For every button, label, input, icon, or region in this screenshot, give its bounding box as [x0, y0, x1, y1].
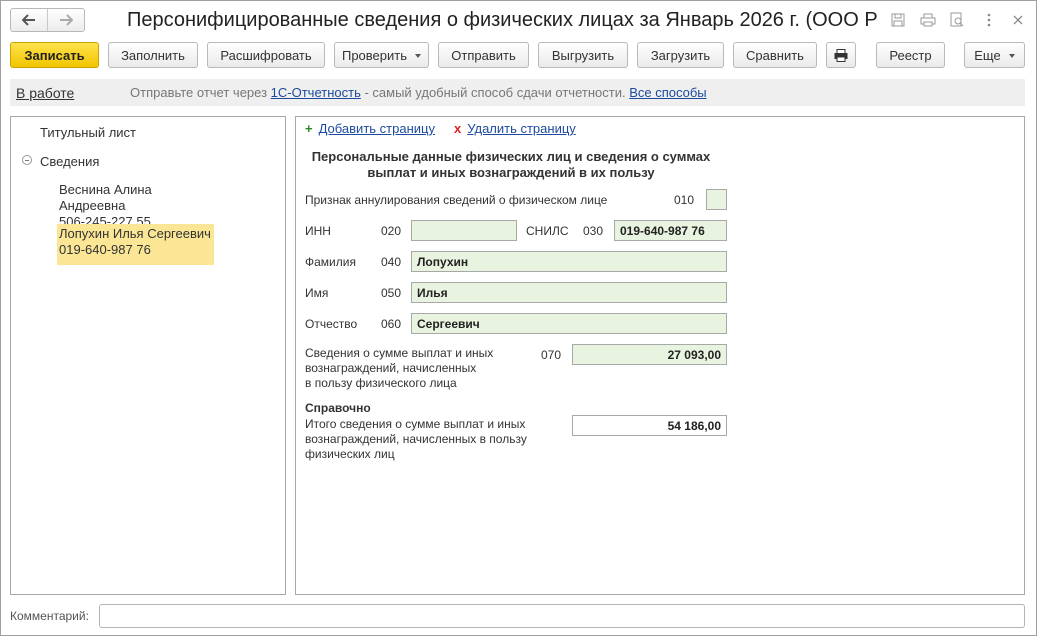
surname-label: Фамилия [305, 255, 356, 269]
person-form: + Добавить страницу x Удалить страницу Пер… [295, 116, 1025, 595]
import-button[interactable]: Загрузить [637, 42, 724, 68]
forward-button[interactable] [47, 9, 84, 31]
snils-field[interactable]: 019-640-987 76 [614, 220, 727, 241]
status-link[interactable]: В работе [16, 85, 74, 101]
fill-button[interactable]: Заполнить [108, 42, 198, 68]
comment-input[interactable] [99, 604, 1025, 628]
registry-button[interactable]: Реестр [876, 42, 945, 68]
export-button[interactable]: Выгрузить [538, 42, 628, 68]
person-snils: 019-640-987 76 [59, 242, 151, 257]
payments-label: Сведения о сумме выплат и иных вознаграж… [305, 346, 493, 391]
name-code: 050 [381, 286, 402, 300]
navigation-group [10, 8, 85, 32]
cross-icon: x [454, 121, 462, 136]
annul-checkbox[interactable] [706, 189, 727, 210]
total-label-line: вознаграждений, начисленных в пользу [305, 432, 527, 446]
patronymic-field[interactable]: Сергеевич [411, 313, 727, 334]
inn-code: 020 [381, 224, 402, 238]
patronymic-label: Отчество [305, 317, 358, 331]
name-field[interactable]: Илья [411, 282, 727, 303]
chevron-down-icon [1008, 54, 1015, 58]
collapse-icon[interactable] [22, 155, 32, 165]
link-1c-reporting[interactable]: 1С-Отчетность [271, 85, 361, 100]
remove-page-action[interactable]: x Удалить страницу [454, 121, 576, 136]
back-button[interactable] [11, 9, 47, 31]
payments-label-line: Сведения о сумме выплат и иных [305, 346, 494, 360]
info-text-after: - самый удобный способ сдачи отчетности. [360, 85, 630, 100]
annul-code: 010 [674, 193, 695, 207]
print-button[interactable] [826, 42, 856, 68]
window-title: Персонифицированные сведения о физически… [127, 9, 877, 31]
info-strip: В работе Отправьте отчет через 1С-Отчетн… [10, 79, 1025, 106]
total-label: Итого сведения о сумме выплат и иных воз… [305, 417, 527, 462]
info-message: Отправьте отчет через 1С-Отчетность - са… [130, 85, 707, 100]
arrow-left-icon [22, 14, 35, 26]
payments-label-line: в пользу физического лица [305, 376, 457, 390]
person-name: Веснина Алина Андреевна [59, 182, 152, 213]
payments-label-line: вознаграждений, начисленных [305, 361, 477, 375]
total-label-line: Итого сведения о сумме выплат и иных [305, 417, 526, 431]
comment-label: Комментарий: [10, 609, 89, 623]
payments-field[interactable]: 27 093,00 [572, 344, 727, 365]
total-field: 54 186,00 [572, 415, 727, 436]
compare-button[interactable]: Сравнить [733, 42, 817, 68]
remove-page-link[interactable]: Удалить страницу [467, 121, 576, 136]
more-button-label: Еще [974, 47, 1001, 63]
patronymic-code: 060 [381, 317, 402, 331]
save-button[interactable]: Записать [10, 42, 99, 68]
printer-icon [834, 48, 848, 62]
snils-code: 030 [583, 224, 604, 238]
close-icon[interactable] [1009, 11, 1027, 29]
total-label-line: физических лиц [305, 447, 395, 461]
more-button[interactable]: Еще [964, 42, 1025, 68]
floppy-disk-icon[interactable] [889, 11, 907, 29]
plus-icon: + [305, 121, 313, 136]
check-button[interactable]: Проверить [334, 42, 429, 68]
report-window: Персонифицированные сведения о физически… [0, 0, 1037, 636]
snils-label: СНИЛС [526, 224, 569, 238]
print-preview-icon[interactable] [948, 11, 966, 29]
tree-item-title-page[interactable]: Титульный лист [40, 125, 136, 140]
check-button-label: Проверить [341, 47, 407, 63]
payments-code: 070 [541, 348, 562, 362]
link-all-methods[interactable]: Все способы [629, 85, 706, 100]
printer-icon[interactable] [919, 11, 937, 29]
add-page-link[interactable]: Добавить страницу [319, 121, 435, 136]
sections-tree: Титульный лист Сведения Веснина Алина Ан… [10, 116, 286, 595]
send-button[interactable]: Отправить [438, 42, 529, 68]
inn-label: ИНН [305, 224, 331, 238]
annul-label: Признак аннулирования сведений о физичес… [305, 193, 608, 207]
person-name: Лопухин Илья Сергеевич [59, 226, 211, 241]
tree-item-section[interactable]: Сведения [40, 154, 99, 169]
chevron-down-icon [415, 54, 421, 58]
vertical-dots-icon[interactable] [980, 11, 998, 29]
reference-title: Справочно [305, 401, 371, 415]
info-text-before: Отправьте отчет через [130, 85, 271, 100]
arrow-right-icon [60, 14, 73, 26]
surname-code: 040 [381, 255, 402, 269]
decode-button[interactable]: Расшифровать [207, 42, 325, 68]
add-page-action[interactable]: + Добавить страницу [305, 121, 435, 136]
tree-item-person-selected[interactable]: Лопухин Илья Сергеевич 019-640-987 76 [57, 224, 214, 265]
name-label: Имя [305, 286, 329, 300]
surname-field[interactable]: Лопухин [411, 251, 727, 272]
inn-field[interactable] [411, 220, 517, 241]
form-heading: Персональные данные физических лиц и све… [311, 149, 711, 180]
